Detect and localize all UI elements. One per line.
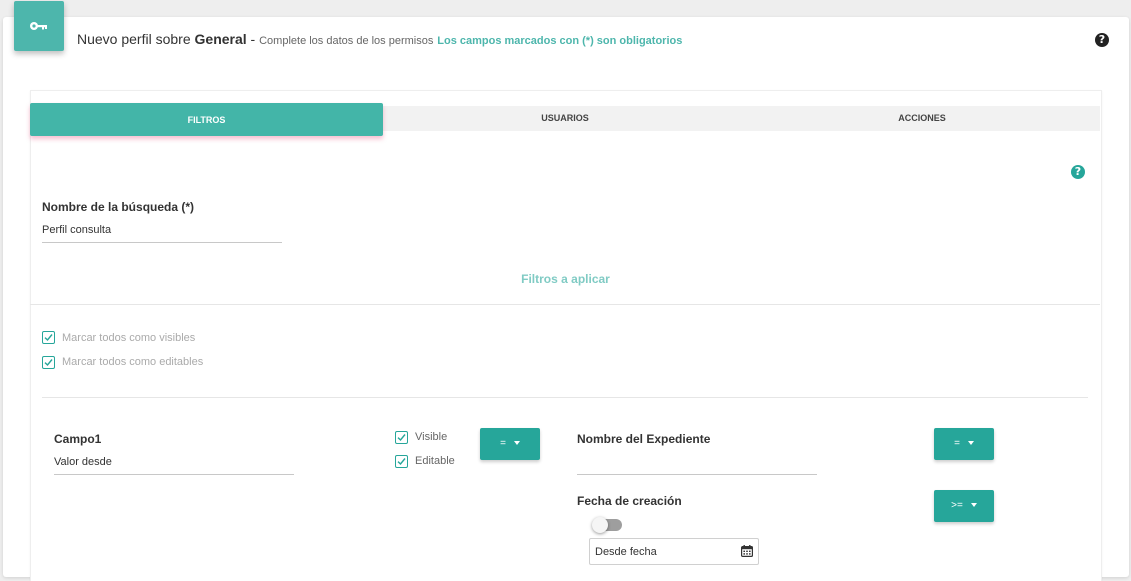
campo1-editable-checkbox[interactable] xyxy=(395,455,408,468)
fecha-toggle[interactable] xyxy=(592,517,622,533)
filters-title: Filtros a aplicar xyxy=(521,272,610,286)
check-icon xyxy=(397,434,406,442)
mark-all-editable-checkbox[interactable] xyxy=(42,356,55,369)
campo1-visible-checkbox[interactable] xyxy=(395,431,408,444)
mark-all-editable-label: Marcar todos como editables xyxy=(62,356,204,368)
mark-all-visible-label: Marcar todos como visibles xyxy=(62,332,196,344)
campo1-editable-label: Editable xyxy=(415,455,455,467)
title-subtitle: Complete los datos de los permisos xyxy=(259,35,434,47)
search-name-label: Nombre de la búsqueda (*) xyxy=(42,200,195,214)
fields-divider xyxy=(42,397,1088,398)
campo1-operator-dropdown[interactable]: = xyxy=(480,428,540,460)
tab-usuarios[interactable]: USUARIOS xyxy=(383,106,747,131)
operator-value: >= xyxy=(951,500,963,511)
question-circle-icon[interactable]: ? xyxy=(1071,165,1085,179)
campo1-visible-label: Visible xyxy=(415,431,448,443)
title-prefix: Nuevo perfil sobre xyxy=(77,31,195,47)
caret-down-icon xyxy=(967,441,974,446)
fecha-desde-input[interactable]: Desde fecha xyxy=(589,538,759,565)
fecha-desde-placeholder: Desde fecha xyxy=(595,546,657,558)
check-icon xyxy=(397,458,406,466)
caret-down-icon xyxy=(970,503,977,508)
operator-value: = xyxy=(954,438,960,449)
campo1-label: Campo1 xyxy=(54,432,102,446)
fecha-operator-dropdown[interactable]: >= xyxy=(934,490,994,522)
campo1-input[interactable]: Valor desde xyxy=(54,456,112,468)
expediente-operator-dropdown[interactable]: = xyxy=(934,428,994,460)
title-context: General xyxy=(194,31,247,47)
campo1-underline xyxy=(54,474,294,475)
search-name-input[interactable]: Perfil consulta xyxy=(42,224,111,236)
tab-filtros[interactable]: FILTROS xyxy=(30,103,383,136)
expediente-input[interactable] xyxy=(577,456,817,472)
toggle-knob xyxy=(592,517,608,533)
operator-value: = xyxy=(500,438,506,449)
header-key-badge xyxy=(14,1,64,51)
section-divider xyxy=(30,304,1100,305)
question-circle-icon[interactable]: ? xyxy=(1095,33,1109,47)
caret-down-icon xyxy=(513,441,520,446)
required-note: Los campos marcados con (*) son obligato… xyxy=(437,35,683,47)
title-separator: - xyxy=(246,31,260,47)
expediente-label: Nombre del Expediente xyxy=(577,432,711,446)
calendar-icon[interactable] xyxy=(741,545,753,557)
expediente-underline xyxy=(577,474,817,475)
page-title: Nuevo perfil sobre General - Complete lo… xyxy=(77,31,682,47)
mark-all-visible-checkbox[interactable] xyxy=(42,331,55,344)
check-icon xyxy=(44,334,53,342)
search-name-underline xyxy=(42,242,282,243)
check-icon xyxy=(44,359,53,367)
fecha-label: Fecha de creación xyxy=(577,494,682,508)
key-icon xyxy=(30,22,47,30)
tab-acciones[interactable]: ACCIONES xyxy=(747,106,1097,131)
